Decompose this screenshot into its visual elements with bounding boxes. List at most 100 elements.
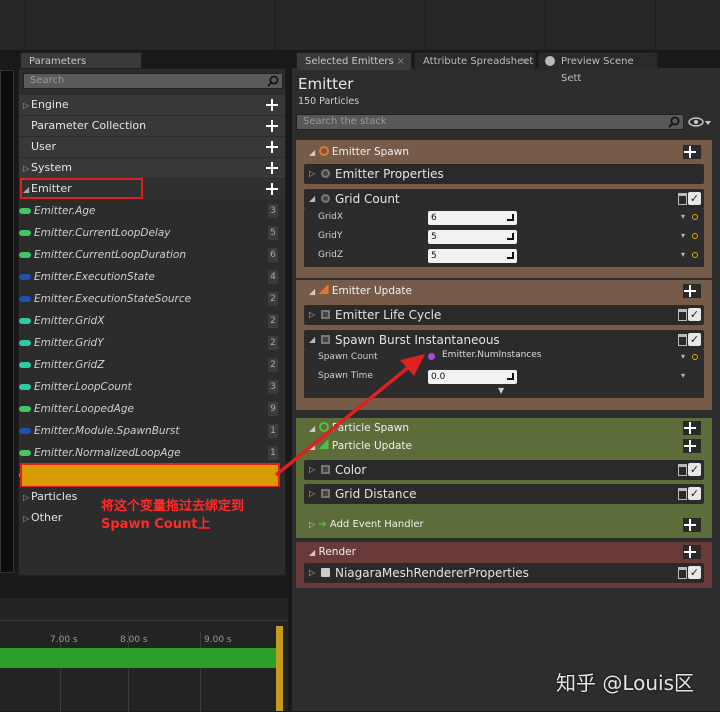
add-emitter-parameter-icon[interactable] — [265, 182, 279, 196]
trash-icon[interactable] — [678, 334, 687, 346]
stack-search-placeholder: Search the stack — [303, 116, 387, 127]
expand-more-icon[interactable]: ▼ — [498, 386, 504, 395]
grid-axis-label: GridY — [318, 231, 343, 241]
spawn-burst-row[interactable]: ◢ Spawn Burst Instantaneous ✓ — [304, 330, 704, 350]
add-emitter-update-module-icon[interactable] — [683, 284, 701, 298]
trash-icon[interactable] — [678, 193, 687, 205]
search-icon[interactable] — [668, 116, 680, 128]
grid-value: 5 — [431, 251, 437, 261]
parameter-item[interactable]: Emitter.ExecutionStateSource 2 — [9, 288, 281, 310]
dropdown-arrow-icon[interactable]: ▾ — [681, 231, 685, 240]
category-parameter-collection[interactable]: Parameter Collection — [19, 116, 285, 136]
enabled-checkbox[interactable]: ✓ — [688, 487, 701, 500]
timeline-playhead[interactable] — [276, 626, 283, 711]
parameter-name: Emitter.GridZ — [34, 359, 105, 371]
tab-selected-emitters[interactable]: Selected Emitters × — [296, 52, 412, 70]
render-header[interactable]: ◢ Render — [309, 543, 356, 562]
parameter-name: Emitter.CurrentLoopDelay — [34, 227, 171, 239]
add-emitter-spawn-module-icon[interactable] — [683, 145, 701, 159]
parameter-item[interactable]: Emitter.GridX 2 — [9, 310, 281, 332]
parameter-item[interactable]: Emitter.ExecutionState 4 — [9, 266, 281, 288]
particle-spawn-header[interactable]: ◢ Particle Spawn — [309, 419, 409, 438]
parameter-item[interactable]: Emitter.CurrentLoopDuration 6 — [9, 244, 281, 266]
drag-grip-icon — [507, 373, 514, 380]
emitter-update-header[interactable]: ◢ Emitter Update — [309, 282, 412, 301]
spawn-time-input[interactable]: 0.0 — [428, 370, 517, 384]
trash-icon[interactable] — [678, 567, 687, 579]
emitter-life-cycle-label: Emitter Life Cycle — [335, 308, 442, 322]
add-event-handler-row[interactable]: ▷ ➔ Add Event Handler — [309, 516, 424, 534]
enabled-checkbox[interactable]: ✓ — [688, 192, 701, 205]
spawn-count-binding[interactable]: Emitter.NumInstances — [442, 350, 541, 360]
module-icon — [321, 465, 330, 474]
add-event-handler-icon[interactable] — [683, 518, 701, 532]
category-engine[interactable]: ▷ Engine — [19, 95, 285, 115]
timeline-track-bar[interactable] — [0, 648, 278, 668]
timeline-panel[interactable]: 7.00 s 8.00 s 9.00 s — [0, 598, 288, 712]
grid-value-input[interactable]: 5 — [428, 230, 517, 244]
grid-value-input[interactable]: 6 — [428, 211, 517, 225]
emitter-life-cycle-row[interactable]: ▷ Emitter Life Cycle ✓ — [304, 305, 704, 325]
dropdown-arrow-icon[interactable]: ▾ — [681, 371, 685, 380]
parameter-item[interactable]: Emitter.LoopedAge 9 — [9, 398, 281, 420]
reset-to-default-icon[interactable] — [692, 214, 698, 220]
add-particle-update-module-icon[interactable] — [683, 439, 701, 453]
enabled-checkbox[interactable]: ✓ — [688, 308, 701, 321]
parameter-name: Emitter.Age — [34, 205, 96, 217]
add-renderer-icon[interactable] — [683, 545, 701, 559]
add-user-parameter-icon[interactable] — [265, 140, 279, 154]
parameters-search-input[interactable]: Search — [23, 73, 283, 89]
reset-to-default-icon[interactable] — [692, 354, 698, 360]
timeline-tick-label: 8.00 s — [120, 635, 148, 645]
grid-value: 6 — [431, 213, 437, 223]
trash-icon[interactable] — [678, 488, 687, 500]
parameter-item[interactable]: Emitter.LoopCount 3 — [9, 376, 281, 398]
dropdown-arrow-icon[interactable]: ▾ — [681, 250, 685, 259]
parameter-usage-count: 1 — [268, 424, 278, 438]
particle-update-header[interactable]: ◢ Particle Update — [309, 437, 412, 456]
module-icon — [321, 310, 330, 319]
trash-icon[interactable] — [678, 309, 687, 321]
grid-distance-row[interactable]: ▷ Grid Distance ✓ — [304, 484, 704, 504]
close-icon[interactable]: × — [397, 53, 405, 70]
reset-to-default-icon[interactable] — [692, 252, 698, 258]
linked-parameter-icon — [428, 353, 435, 360]
dropdown-arrow-icon[interactable]: ▾ — [681, 352, 685, 361]
trash-icon[interactable] — [678, 464, 687, 476]
close-icon[interactable]: × — [521, 53, 529, 70]
category-user[interactable]: User — [19, 137, 285, 157]
parameter-item[interactable]: Emitter.NormalizedLoopAge 1 — [9, 442, 281, 464]
stack-search-input[interactable]: Search the stack — [296, 114, 684, 130]
reset-to-default-icon[interactable] — [692, 233, 698, 239]
color-row[interactable]: ▷ Color ✓ — [304, 460, 704, 480]
mesh-renderer-row[interactable]: ▷ NiagaraMeshRendererProperties ✓ — [304, 563, 704, 583]
enabled-checkbox[interactable]: ✓ — [688, 463, 701, 476]
tab-preview-scene-settings[interactable]: Preview Scene Sett — [538, 52, 658, 84]
parameter-item[interactable]: Emitter.Module.SpawnBurst 1 — [9, 420, 281, 442]
add-particle-spawn-module-icon[interactable] — [683, 421, 701, 435]
spawn-time-label: Spawn Time — [318, 371, 373, 381]
eye-visibility-icon[interactable] — [688, 116, 712, 128]
grid-count-row[interactable]: ◢ Grid Count ✓ — [304, 189, 704, 209]
parameter-item[interactable]: Emitter.GridY 2 — [9, 332, 281, 354]
dropdown-arrow-icon[interactable]: ▾ — [681, 212, 685, 221]
parameter-item[interactable]: Emitter.Age 3 — [9, 200, 281, 222]
search-icon[interactable] — [267, 75, 279, 87]
enabled-checkbox[interactable]: ✓ — [688, 566, 701, 579]
tab-attribute-spreadsheet[interactable]: Attribute Spreadsheet × — [414, 52, 536, 70]
enabled-checkbox[interactable]: ✓ — [688, 333, 701, 346]
add-collection-parameter-icon[interactable] — [265, 119, 279, 133]
emitter-spawn-header[interactable]: ◢ Emitter Spawn — [309, 143, 409, 162]
parameter-usage-count: 2 — [268, 336, 278, 350]
selected-parameter-highlight — [20, 463, 280, 488]
parameter-name: Emitter.GridX — [34, 315, 105, 327]
parameter-item[interactable]: Emitter.GridZ 2 — [9, 354, 281, 376]
parameter-type-pill — [19, 340, 31, 346]
category-system[interactable]: ▷ System — [19, 158, 285, 178]
emitter-properties-row[interactable]: ▷ Emitter Properties — [304, 164, 704, 184]
add-system-parameter-icon[interactable] — [265, 161, 279, 175]
category-engine-label: Engine — [31, 98, 69, 111]
parameter-item[interactable]: Emitter.CurrentLoopDelay 5 — [9, 222, 281, 244]
grid-value-input[interactable]: 5 — [428, 249, 517, 263]
add-engine-parameter-icon[interactable] — [265, 98, 279, 112]
